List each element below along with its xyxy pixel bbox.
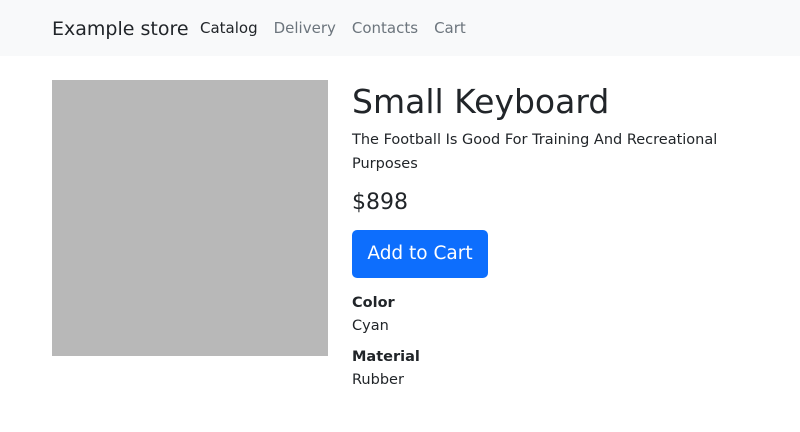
- product-price: $898: [352, 190, 408, 215]
- nav-link-catalog[interactable]: Catalog: [200, 18, 258, 38]
- attribute-material: Material Rubber: [352, 346, 752, 392]
- product-image-placeholder: [52, 80, 328, 356]
- product-details: Small Keyboard The Football Is Good For …: [352, 80, 752, 392]
- nav-link-delivery[interactable]: Delivery: [274, 18, 336, 38]
- attribute-name: Color: [352, 295, 395, 311]
- nav-link-contacts[interactable]: Contacts: [352, 18, 418, 38]
- add-to-cart-button[interactable]: Add to Cart: [352, 230, 488, 278]
- top-navbar: Example store Catalog Delivery Contacts …: [0, 0, 800, 56]
- attribute-value: Cyan: [352, 318, 389, 334]
- brand-link[interactable]: Example store: [52, 17, 189, 41]
- product-title: Small Keyboard: [352, 82, 610, 121]
- nav-links: Catalog Delivery Contacts Cart: [200, 18, 466, 38]
- attribute-color: Color Cyan: [352, 292, 752, 338]
- product-description: The Football Is Good For Training And Re…: [352, 132, 718, 172]
- attribute-name: Material: [352, 349, 420, 365]
- nav-link-cart[interactable]: Cart: [434, 18, 466, 38]
- attribute-value: Rubber: [352, 372, 404, 388]
